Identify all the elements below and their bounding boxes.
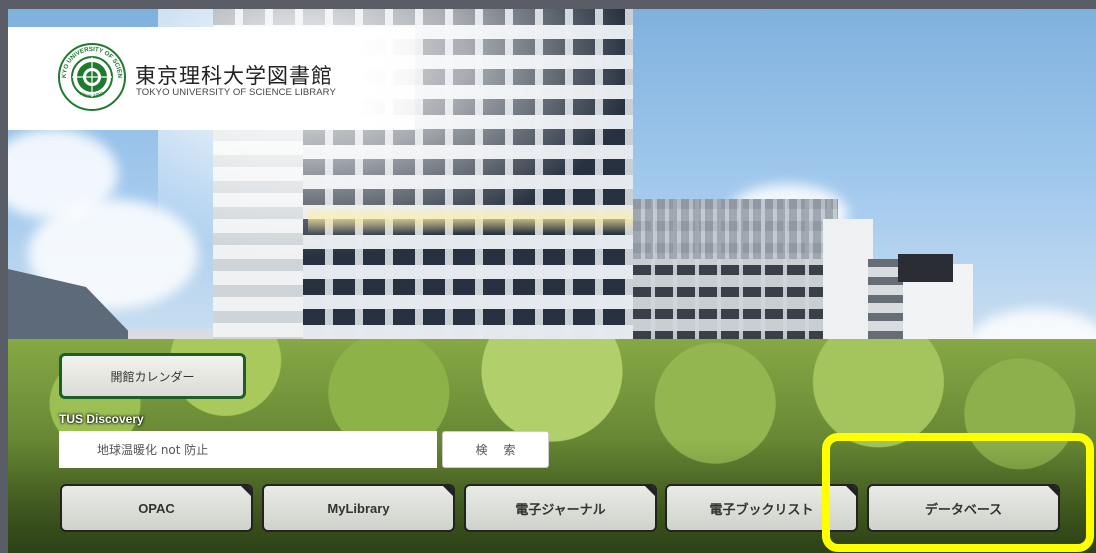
search-button[interactable]: 検索 <box>442 431 549 468</box>
mylibrary-button[interactable]: MyLibrary <box>262 484 455 532</box>
corner-fold-icon <box>643 486 655 498</box>
opac-button[interactable]: OPAC <box>60 484 253 532</box>
calendar-button[interactable]: 開館カレンダー <box>59 353 246 399</box>
corner-fold-icon <box>441 486 453 498</box>
ebook-list-button-label: 電子ブックリスト <box>709 501 814 517</box>
library-title-en: TOKYO UNIVERSITY OF SCIENCE LIBRARY <box>136 87 336 98</box>
mylibrary-button-label: MyLibrary <box>327 500 390 516</box>
opac-button-label: OPAC <box>138 500 175 516</box>
corner-fold-icon <box>1046 486 1058 498</box>
university-seal-icon: TOKYO UNIVERSITY OF SCIENCE since 1881 <box>58 43 126 111</box>
search-section-label: TUS Discovery <box>59 412 144 426</box>
corner-fold-icon <box>239 486 251 498</box>
corner-fold-icon <box>844 486 856 498</box>
database-button-label: データベース <box>924 501 1003 517</box>
ebook-list-button[interactable]: 電子ブックリスト <box>665 484 858 532</box>
ejournal-button-label: 電子ジャーナル <box>515 501 606 517</box>
library-logo-card[interactable]: TOKYO UNIVERSITY OF SCIENCE since 1881 東… <box>8 27 415 130</box>
library-title-ja: 東京理科大学図書館 <box>135 64 333 88</box>
search-input[interactable] <box>59 431 437 468</box>
database-button[interactable]: データベース <box>867 484 1060 532</box>
ejournal-button[interactable]: 電子ジャーナル <box>464 484 657 532</box>
